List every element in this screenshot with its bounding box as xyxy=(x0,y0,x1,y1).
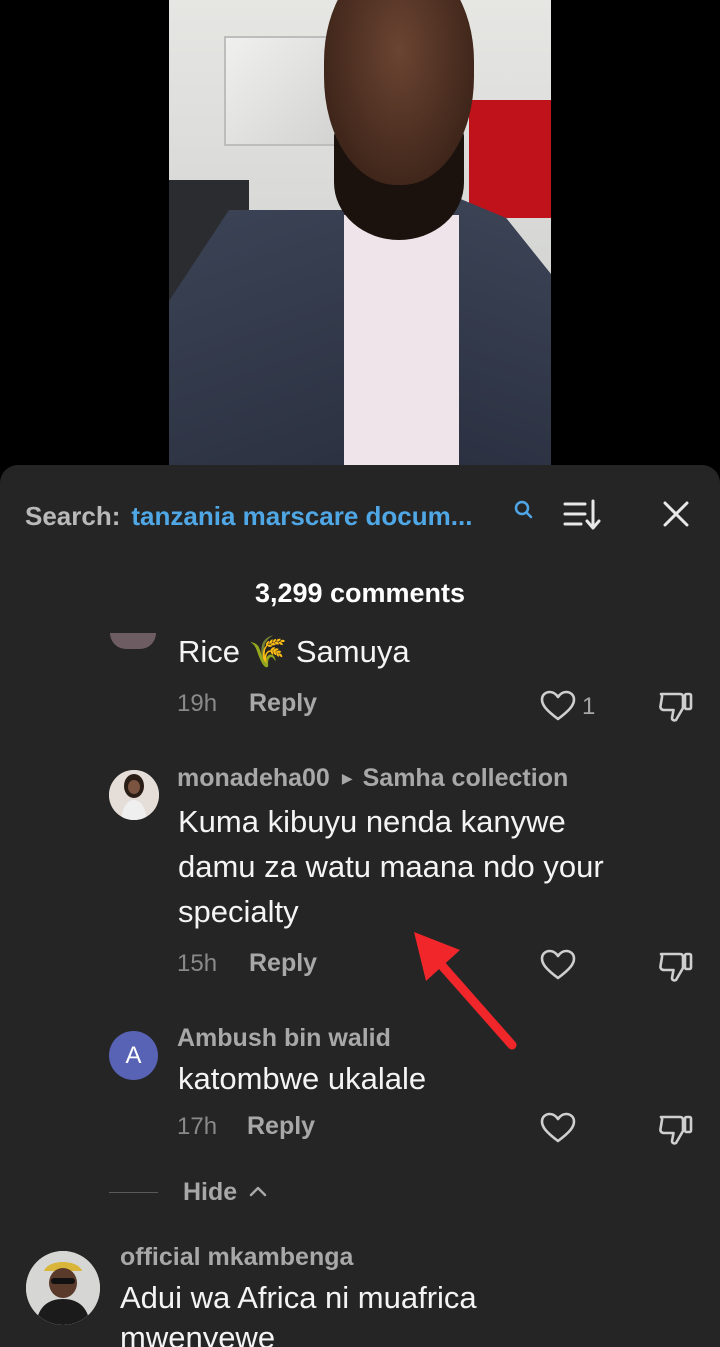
avatar[interactable]: A xyxy=(109,1031,158,1080)
comments-sheet: Search: tanzania marscare docum... 3,299… xyxy=(0,465,720,1347)
comment-time: 17h xyxy=(177,1113,218,1140)
reply-button[interactable]: Reply xyxy=(249,949,317,978)
heart-outline-icon[interactable] xyxy=(540,690,576,722)
search-query[interactable]: tanzania marscare docum... xyxy=(131,501,472,532)
avatar-image xyxy=(109,770,159,820)
comment-text: Rice 🌾 Samuya xyxy=(178,634,410,669)
sort-icon[interactable] xyxy=(563,498,603,532)
comment-username[interactable]: official mkambenga xyxy=(120,1243,353,1272)
comments-count: 3,299 comments xyxy=(254,578,466,608)
search-icon[interactable] xyxy=(513,499,535,521)
search-bar[interactable]: Search: tanzania marscare docum... xyxy=(25,499,472,533)
avatar[interactable] xyxy=(109,770,159,820)
comment-text-line: Adui wa Africa ni muafrica xyxy=(120,1280,477,1315)
replies-divider xyxy=(109,1192,158,1193)
comment-text: katombwe ukalale xyxy=(178,1061,427,1096)
video-player[interactable] xyxy=(0,0,720,470)
avatar-image xyxy=(26,1251,100,1325)
reply-button[interactable]: Reply xyxy=(247,1112,315,1141)
username-text[interactable]: monadeha00 xyxy=(177,764,330,793)
comment-time: 15h xyxy=(177,950,218,977)
close-icon[interactable] xyxy=(660,498,692,530)
comment-text-line: damu za watu maana ndo your xyxy=(178,849,604,884)
comment-text-line: Kuma kibuyu nenda kanywe xyxy=(178,804,566,839)
hide-replies-button[interactable]: Hide xyxy=(183,1178,237,1207)
comment-text-line: mwenyewe xyxy=(120,1320,276,1347)
comment-username[interactable]: Ambush bin walid xyxy=(177,1024,391,1053)
like-count: 1 xyxy=(582,693,596,720)
comment-time: 19h xyxy=(177,690,218,717)
thumbs-down-icon[interactable] xyxy=(658,1112,694,1146)
reply-button[interactable]: Reply xyxy=(249,689,317,718)
red-wall-panel xyxy=(469,100,551,218)
comment-username[interactable]: monadeha00 ▶ Samha collection xyxy=(177,764,568,793)
reply-arrow-icon: ▶ xyxy=(341,770,353,786)
comment-text-line: specialty xyxy=(178,894,299,929)
reply-to-username[interactable]: Samha collection xyxy=(363,764,569,793)
heart-outline-icon[interactable] xyxy=(540,949,576,981)
avatar[interactable] xyxy=(26,1251,100,1325)
heart-outline-icon[interactable] xyxy=(540,1112,576,1144)
avatar[interactable] xyxy=(110,633,156,649)
search-label: Search: xyxy=(25,500,121,531)
thumbs-down-icon[interactable] xyxy=(658,949,694,983)
shirt xyxy=(344,215,459,470)
chevron-up-icon[interactable] xyxy=(248,1181,268,1201)
thumbs-down-icon[interactable] xyxy=(658,689,694,723)
video-frame xyxy=(169,0,551,470)
